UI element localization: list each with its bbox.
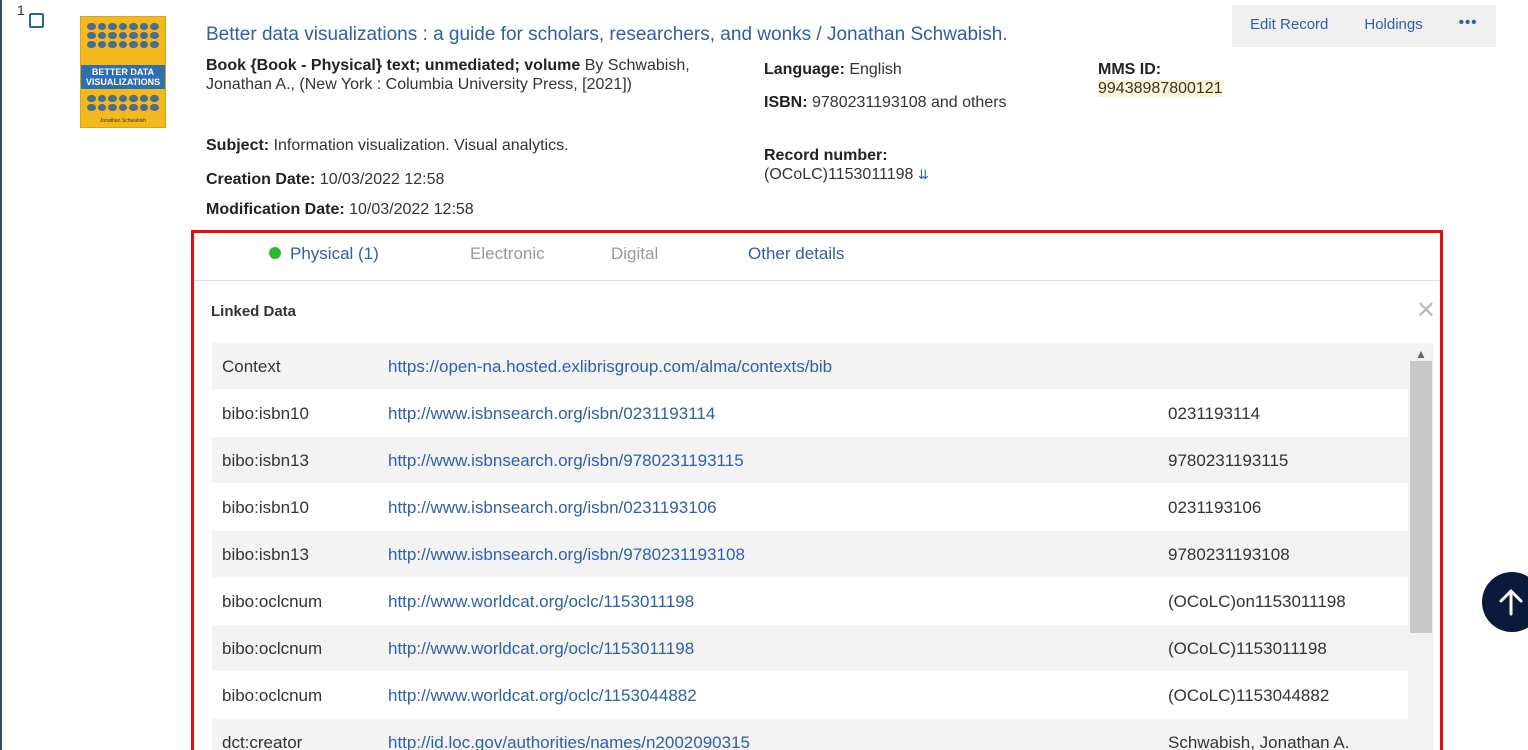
linked-data-key: dct:creator xyxy=(222,733,303,750)
tab-digital: Digital xyxy=(611,244,659,263)
linked-data-key: bibo:oclcnum xyxy=(222,592,323,611)
creation-date-value: 10/03/2022 12:58 xyxy=(315,171,445,188)
table-row: bibo:oclcnum http://www.worldcat.org/ocl… xyxy=(212,625,1410,672)
cover-author: Jonathan Schwabish xyxy=(99,118,147,124)
linked-data-value: 0231193106 xyxy=(1168,498,1262,517)
linked-data-scrollbar[interactable]: ▲ xyxy=(1408,343,1434,750)
arrow-up-icon xyxy=(1499,589,1523,616)
cover-pattern-top xyxy=(87,23,159,48)
details-tabs: Physical (1) Electronic Digital Other de… xyxy=(194,233,1440,281)
linked-data-url[interactable]: http://www.worldcat.org/oclc/1153011198 xyxy=(388,592,694,612)
subject-label: Subject: xyxy=(206,137,270,154)
linked-data-url[interactable]: http://www.isbnsearch.org/isbn/978023119… xyxy=(388,451,744,471)
expand-chevron-icon[interactable]: ⇊ xyxy=(918,167,929,182)
linked-data-key: bibo:oclcnum xyxy=(222,686,323,705)
linked-data-url[interactable]: http://www.worldcat.org/oclc/1153044882 xyxy=(388,686,697,706)
holdings-button[interactable]: Holdings xyxy=(1346,5,1440,47)
record-title-link[interactable]: Better data visualizations : a guide for… xyxy=(206,24,1008,46)
linked-data-url[interactable]: http://www.isbnsearch.org/isbn/023119310… xyxy=(388,498,717,518)
record-actions: Edit Record Holdings ••• xyxy=(1232,5,1496,47)
tab-physical[interactable]: Physical (1) xyxy=(269,244,379,264)
tab-electronic: Electronic xyxy=(470,244,545,263)
linked-data-heading: Linked Data xyxy=(211,303,297,320)
table-row: bibo:oclcnum http://www.worldcat.org/ocl… xyxy=(212,672,1410,719)
tab-other-details[interactable]: Other details xyxy=(748,244,844,264)
modification-date-label: Modification Date: xyxy=(206,201,345,218)
language-label: Language: xyxy=(764,61,845,78)
record-number-value: (OCoLC)1153011198 xyxy=(764,166,914,183)
record-number-label: Record number: xyxy=(764,147,888,164)
table-row: bibo:isbn10 http://www.isbnsearch.org/is… xyxy=(212,390,1410,437)
linked-data-url[interactable]: http://id.loc.gov/authorities/names/n200… xyxy=(388,733,750,750)
language-value: English xyxy=(844,61,902,78)
table-row: Context https://open-na.hosted.exlibrisg… xyxy=(212,343,1410,390)
table-row: bibo:isbn10 http://www.isbnsearch.org/is… xyxy=(212,484,1410,531)
record-format-line: Book {Book - Physical} text; unmediated;… xyxy=(206,56,726,94)
linked-data-key: bibo:isbn13 xyxy=(222,451,309,470)
creation-date-label: Creation Date: xyxy=(206,171,316,188)
linked-data-key: bibo:isbn10 xyxy=(222,404,309,423)
cover-title: BETTER DATA VISUALIZATIONS xyxy=(81,65,165,89)
subject-line: Subject: Information visualization. Visu… xyxy=(206,136,569,155)
close-icon[interactable]: ✕ xyxy=(1416,299,1436,323)
linked-data-value: 0231193114 xyxy=(1168,404,1261,423)
isbn-value: 9780231193108 and others xyxy=(807,94,1007,111)
linked-data-url[interactable]: https://open-na.hosted.exlibrisgroup.com… xyxy=(388,357,832,377)
book-cover-thumbnail[interactable]: BETTER DATA VISUALIZATIONS Jonathan Schw… xyxy=(80,16,166,128)
linked-data-value: (OCoLC)1153011198 xyxy=(1168,639,1327,658)
language-line: Language: English xyxy=(764,60,902,79)
linked-data-key: bibo:isbn13 xyxy=(222,545,309,564)
scrollbar-thumb[interactable] xyxy=(1410,361,1432,633)
table-row: bibo:isbn13 http://www.isbnsearch.org/is… xyxy=(212,531,1410,578)
table-row: dct:creator http://id.loc.gov/authoritie… xyxy=(212,719,1410,750)
result-number: 1 xyxy=(17,2,25,18)
isbn-line: ISBN: 9780231193108 and others xyxy=(764,93,1044,112)
linked-data-url[interactable]: http://www.isbnsearch.org/isbn/978023119… xyxy=(388,545,745,565)
record-number-line: Record number: (OCoLC)1153011198 ⇊ xyxy=(764,146,929,184)
linked-data-key: Context xyxy=(222,357,281,376)
subject-value: Information visualization. Visual analyt… xyxy=(269,137,569,154)
linked-data-value: Schwabish, Jonathan A. xyxy=(1168,733,1350,750)
creation-date-line: Creation Date: 10/03/2022 12:58 xyxy=(206,170,444,189)
cover-pattern-bottom xyxy=(87,95,159,111)
linked-data-key: bibo:oclcnum xyxy=(222,639,323,658)
linked-data-url[interactable]: http://www.isbnsearch.org/isbn/023119311… xyxy=(388,404,715,424)
more-actions-icon[interactable]: ••• xyxy=(1441,5,1496,47)
select-record-checkbox[interactable] xyxy=(29,13,44,28)
record-details-panel: Physical (1) Electronic Digital Other de… xyxy=(191,230,1443,750)
linked-data-value: (OCoLC)1153044882 xyxy=(1168,686,1330,705)
linked-data-key: bibo:isbn10 xyxy=(222,498,309,517)
modification-date-value: 10/03/2022 12:58 xyxy=(344,201,474,218)
mms-id-label: MMS ID: xyxy=(1098,61,1162,78)
linked-data-value: 9780231193115 xyxy=(1168,451,1289,470)
mms-id-value: 99438987800121 xyxy=(1098,80,1223,97)
green-dot-icon xyxy=(269,247,281,259)
linked-data-url[interactable]: http://www.worldcat.org/oclc/1153011198 xyxy=(388,639,694,659)
table-row: bibo:isbn13 http://www.isbnsearch.org/is… xyxy=(212,437,1410,484)
linked-data-table: Context https://open-na.hosted.exlibrisg… xyxy=(212,343,1410,750)
linked-data-value: (OCoLC)on1153011198 xyxy=(1168,592,1346,611)
mms-id-line: MMS ID: 99438987800121 xyxy=(1098,60,1223,98)
modification-date-line: Modification Date: 10/03/2022 12:58 xyxy=(206,200,474,219)
linked-data-value: 9780231193108 xyxy=(1168,545,1290,564)
isbn-label: ISBN: xyxy=(764,94,808,111)
format-label: Book {Book - Physical} text; unmediated;… xyxy=(206,57,581,74)
edit-record-button[interactable]: Edit Record xyxy=(1232,5,1346,47)
table-row: bibo:oclcnum http://www.worldcat.org/ocl… xyxy=(212,578,1410,625)
